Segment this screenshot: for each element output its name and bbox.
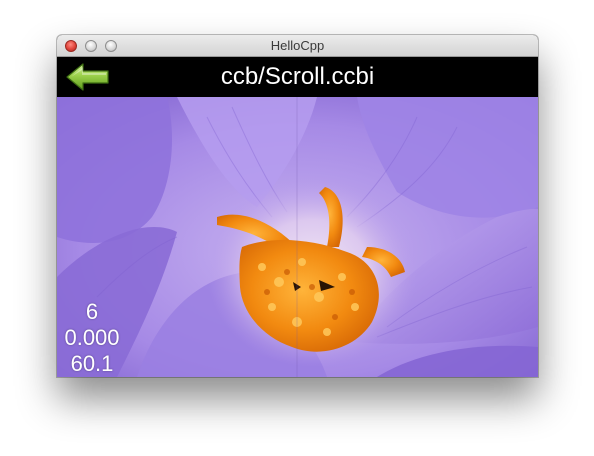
- screen: HelloCpp ccb/Scroll.ccbi 6 0.000 60.1: [0, 0, 594, 456]
- window-title: HelloCpp: [270, 38, 325, 53]
- seconds-per-frame-stat: 0.000: [64, 325, 120, 350]
- fps-stat: 60.1: [70, 351, 114, 376]
- window-titlebar[interactable]: HelloCpp: [57, 35, 538, 57]
- scene-header: ccb/Scroll.ccbi: [57, 57, 538, 97]
- scroll-view[interactable]: 6 0.000 60.1: [57, 97, 538, 377]
- app-window: HelloCpp ccb/Scroll.ccbi 6 0.000 60.1: [57, 35, 538, 377]
- flower-image: [57, 97, 538, 377]
- scene-title: ccb/Scroll.ccbi: [220, 63, 375, 90]
- debug-stats: 6 0.000 60.1: [57, 299, 127, 377]
- draw-calls-stat: 6: [85, 299, 99, 324]
- game-canvas[interactable]: ccb/Scroll.ccbi 6 0.000 60.1: [57, 57, 538, 377]
